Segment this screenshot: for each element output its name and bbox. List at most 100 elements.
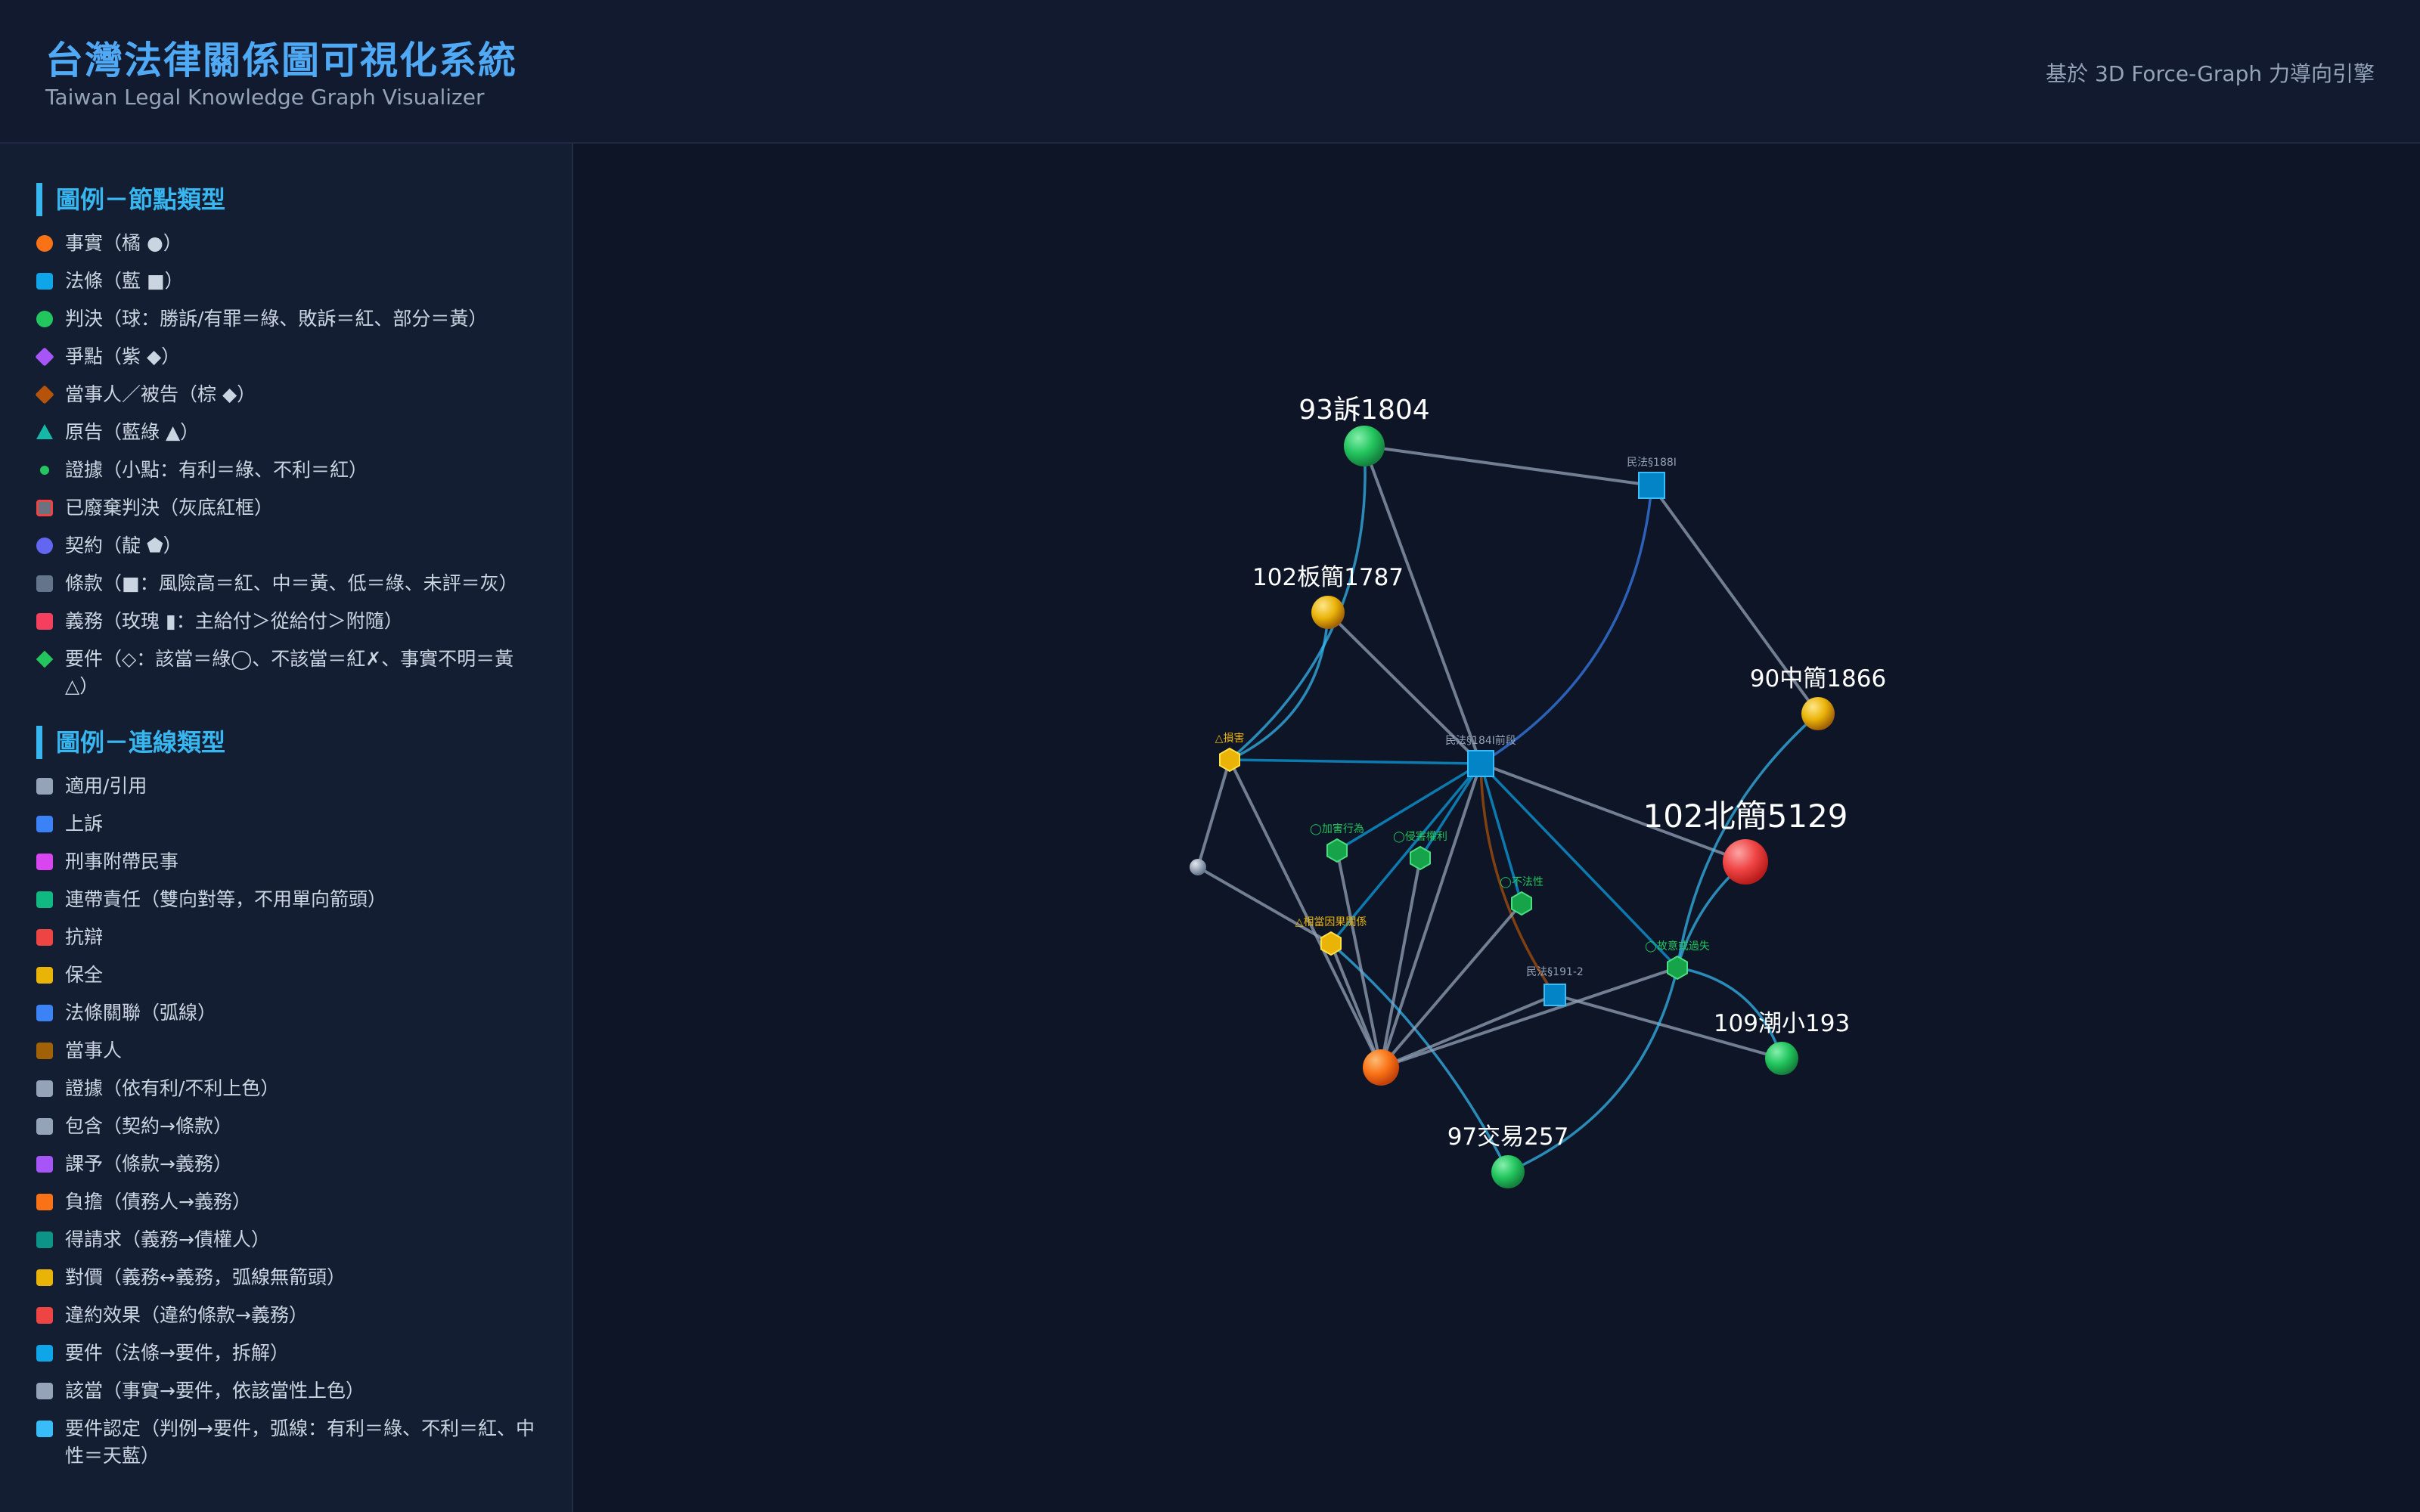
node-legend-item: 爭點（紫 ◆） xyxy=(35,343,535,370)
statute-node-label: 民法§188Ⅰ xyxy=(1627,457,1677,469)
legend-label: 已廢棄判決（灰底紅框） xyxy=(65,497,274,519)
graph-link-apply[interactable] xyxy=(1363,445,1482,764)
element-node[interactable] xyxy=(1511,891,1532,916)
graph-canvas[interactable]: 93訴1804 102板簡1787 90中簡1866 102北簡5129 109潮小19… xyxy=(575,144,2420,1512)
statute-node[interactable] xyxy=(1467,750,1494,777)
element-node[interactable] xyxy=(1667,955,1688,981)
graph-link-fulfil[interactable] xyxy=(1336,850,1382,1068)
engine-note: 基於 3D Force-Graph 力導向引擎 xyxy=(2046,61,2375,86)
node-swatch-icon xyxy=(36,424,53,439)
node-legend-item: 事實（橘 ●） xyxy=(36,230,535,257)
link-swatch-icon xyxy=(36,967,53,984)
node-swatch-icon xyxy=(35,385,54,404)
node-swatch-icon xyxy=(35,347,54,367)
graph-link-apply[interactable] xyxy=(1197,866,1332,945)
graph-link-apply[interactable] xyxy=(1379,763,1482,1068)
graph-link-statute-relation[interactable] xyxy=(1480,485,1653,765)
element-node-label: ◯加害行為 xyxy=(1310,823,1364,835)
legend-label: 條款（■：風險高＝紅、中＝黃、低＝綠、未評＝灰） xyxy=(65,572,518,594)
link-swatch-icon xyxy=(36,816,53,832)
link-swatch-icon xyxy=(36,1080,53,1097)
legend-sidebar: 圖例－節點類型 事實（橘 ●） 法條（藍 ■） 判決（球：勝訴/有罪＝綠、敗訴＝紅、… xyxy=(0,144,573,1512)
legend-label: 適用/引用 xyxy=(65,775,147,797)
link-swatch-icon xyxy=(36,891,53,908)
judgment-node-label: 93訴1804 xyxy=(1298,395,1429,426)
judgment-node[interactable] xyxy=(1723,839,1768,885)
node-swatch-icon xyxy=(36,500,53,516)
graph-link-fulfil[interactable] xyxy=(1329,943,1382,1068)
legend-label: 對價（義務↔義務，弧線無箭頭） xyxy=(65,1266,346,1288)
element-node[interactable] xyxy=(1410,845,1431,871)
graph-link-apply[interactable] xyxy=(1380,993,1556,1069)
unknown-node[interactable] xyxy=(1190,859,1206,875)
judgment-node-label: 102北簡5129 xyxy=(1643,798,1848,835)
link-swatch-icon xyxy=(36,1043,53,1059)
graph-link-apply[interactable] xyxy=(1364,445,1652,487)
link-legend-item: 要件認定（判例→要件，弧線：有利＝綠、不利＝紅、中性＝天藍） xyxy=(36,1415,535,1470)
statute-node-label: 民法§191-2 xyxy=(1526,966,1584,978)
link-swatch-icon xyxy=(36,1307,53,1324)
judgment-node[interactable] xyxy=(1344,426,1385,466)
legend-label: 負擔（債務人→義務） xyxy=(65,1191,251,1213)
link-swatch-icon xyxy=(36,1345,53,1362)
node-legend-item: 判決（球：勝訴/有罪＝綠、敗訴＝紅、部分＝黃） xyxy=(36,305,535,333)
node-legend-item: 已廢棄判決（灰底紅框） xyxy=(36,494,535,522)
graph-link-element[interactable] xyxy=(1419,763,1482,859)
graph-link-apply[interactable] xyxy=(1196,759,1231,868)
legend-label: 契約（靛 ⬟） xyxy=(65,534,182,556)
element-node-label: △損害 xyxy=(1215,733,1245,745)
legend-label: 證據（依有利/不利上色） xyxy=(65,1077,280,1099)
link-legend-item: 當事人 xyxy=(36,1037,535,1064)
legend-label: 連帶責任（雙向對等，不用單向箭頭） xyxy=(65,888,387,910)
legend-label: 判決（球：勝訴/有罪＝綠、敗訴＝紅、部分＝黃） xyxy=(65,308,488,330)
legend-label: 抗辯 xyxy=(65,926,104,948)
link-legend-item: 刑事附帶民事 xyxy=(36,848,535,875)
legend-label: 刑事附帶民事 xyxy=(65,850,179,872)
app-header: 台灣法律關係圖可視化系統 Taiwan Legal Knowledge Grap… xyxy=(0,0,2420,144)
legend-label: 要件（◇：該當＝綠◯、不該當＝紅✗、事實不明＝黃△） xyxy=(65,648,514,697)
legend-label: 當事人 xyxy=(65,1040,123,1061)
judgment-node[interactable] xyxy=(1765,1042,1798,1075)
statute-node[interactable] xyxy=(1544,984,1566,1006)
graph-link-element-finding[interactable] xyxy=(1228,445,1367,761)
judgment-node[interactable] xyxy=(1801,697,1835,730)
link-swatch-icon xyxy=(36,1421,53,1437)
labels-layer: 93訴1804 102板簡1787 90中簡1866 102北簡5129 109潮小19… xyxy=(1215,395,1887,1151)
statute-node[interactable] xyxy=(1638,472,1665,499)
graph-link-element-finding[interactable] xyxy=(1229,612,1329,761)
graph-link-element[interactable] xyxy=(1229,758,1481,765)
node-legend-item: 原告（藍綠 ▲） xyxy=(36,419,535,446)
app-title: 台灣法律關係圖可視化系統 xyxy=(45,39,517,82)
link-swatch-icon xyxy=(36,1232,53,1248)
link-legend-item: 上訴 xyxy=(36,810,535,838)
fact-node[interactable] xyxy=(1363,1049,1399,1086)
link-swatch-icon xyxy=(36,1383,53,1399)
node-swatch-icon xyxy=(36,650,54,668)
link-legend-item: 適用/引用 xyxy=(36,773,535,800)
legend-links-title: 圖例－連線類型 xyxy=(36,726,572,759)
legend-label: 保全 xyxy=(65,964,104,986)
legend-label: 要件（法條→要件，拆解） xyxy=(65,1342,289,1364)
link-legend-item: 要件（法條→要件，拆解） xyxy=(36,1340,535,1367)
judgment-node[interactable] xyxy=(1311,596,1345,629)
element-node[interactable] xyxy=(1320,931,1342,956)
link-legend-item: 保全 xyxy=(36,962,535,989)
node-legend-item: 當事人／被告（棕 ◆） xyxy=(35,381,535,408)
element-node-label: △相當因果關係 xyxy=(1295,916,1367,928)
legend-label: 爭點（紫 ◆） xyxy=(65,345,181,367)
legend-label: 原告（藍綠 ▲） xyxy=(65,421,200,443)
link-swatch-icon xyxy=(36,1269,53,1286)
node-legend-item: 條款（■：風險高＝紅、中＝黃、低＝綠、未評＝灰） xyxy=(36,570,535,597)
legend-label: 要件認定（判例→要件，弧線：有利＝綠、不利＝紅、中性＝天藍） xyxy=(65,1418,535,1467)
judgment-node-label: 109潮小193 xyxy=(1714,1010,1850,1037)
element-node[interactable] xyxy=(1326,838,1348,863)
statute-node-label: 民法§184Ⅰ前段 xyxy=(1445,734,1516,747)
link-swatch-icon xyxy=(36,1118,53,1135)
link-legend-item: 連帶責任（雙向對等，不用單向箭頭） xyxy=(36,886,535,913)
graph-svg[interactable]: 93訴1804 102板簡1787 90中簡1866 102北簡5129 109潮小19… xyxy=(575,144,2420,1512)
judgment-node[interactable] xyxy=(1491,1155,1525,1188)
element-node[interactable] xyxy=(1219,747,1240,773)
link-legend-list: 適用/引用 上訴 刑事附帶民事 連帶責任（雙向對等，不用單向箭頭） 抗辯 保全 法條關聯（弧… xyxy=(36,773,572,1470)
graph-link-fulfil[interactable] xyxy=(1228,759,1382,1068)
node-swatch-icon xyxy=(36,613,53,630)
